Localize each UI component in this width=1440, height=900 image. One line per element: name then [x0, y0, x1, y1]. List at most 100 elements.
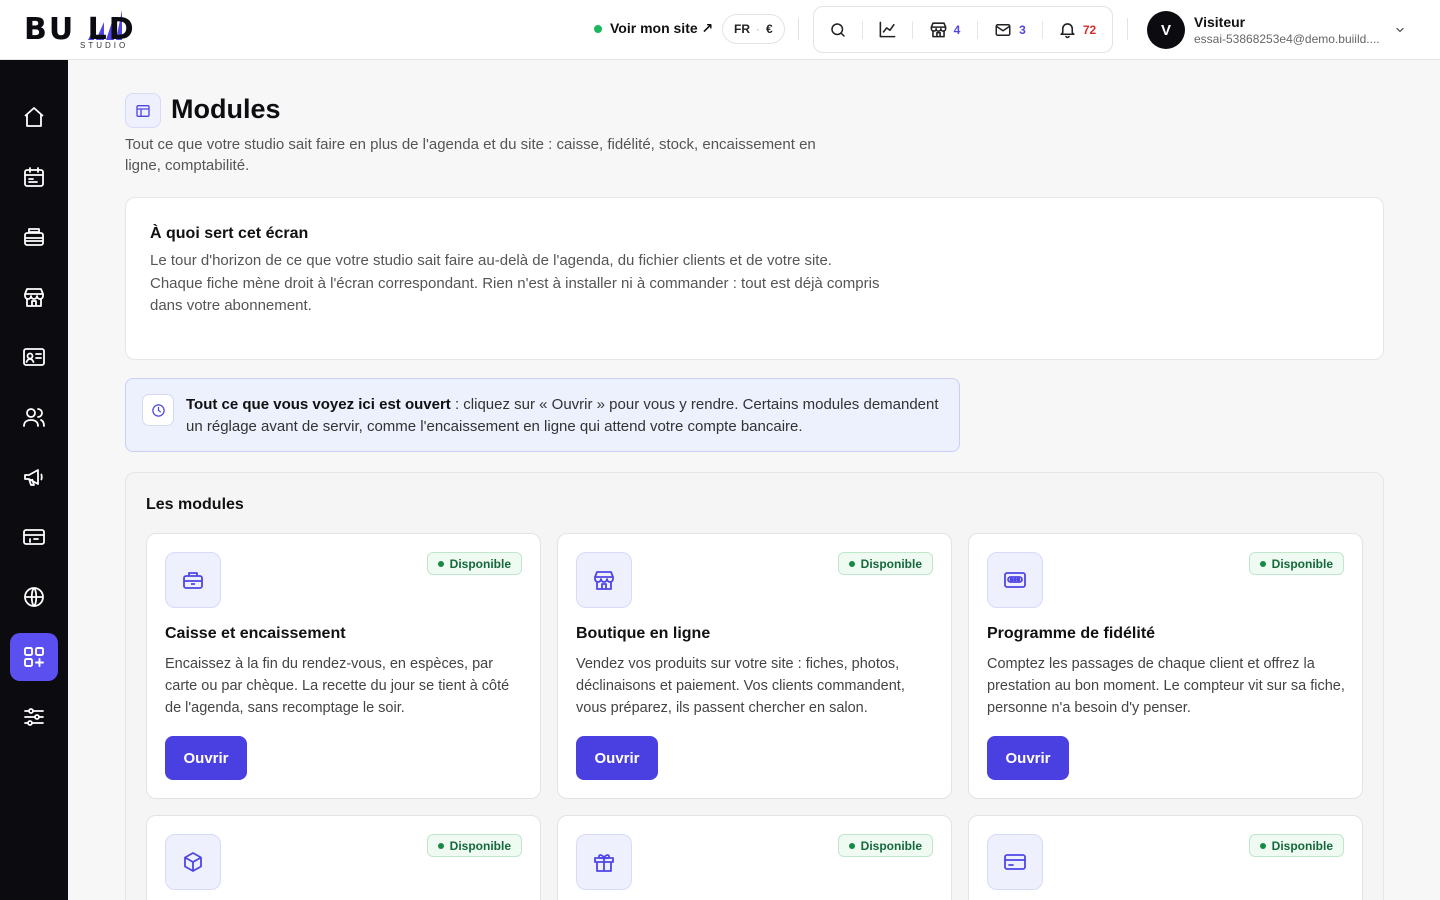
module-icon-box — [987, 552, 1043, 608]
notifications-button[interactable]: 72 — [1042, 7, 1112, 52]
bell-icon — [1060, 23, 1075, 39]
notice-banner: Tout ce que vous voyez ici est ouvert : … — [125, 378, 960, 452]
store-icon — [930, 22, 947, 38]
module-description: Encaissez à la fin du rendez-vous, en es… — [165, 656, 510, 716]
module-title: Programme de fidélité — [987, 625, 1156, 642]
module-title: Caisse et encaissement — [165, 625, 346, 642]
status-label: Disponible — [449, 838, 511, 853]
module-icon-box — [576, 834, 632, 890]
module-icon-box — [576, 552, 632, 608]
status-badge: Disponible — [1248, 552, 1344, 575]
credit-card-icon — [1004, 854, 1026, 870]
status-dot — [437, 842, 444, 849]
language-label: FR — [734, 22, 750, 36]
status-dot — [1259, 842, 1266, 849]
module-description: Vendez vos produits sur votre site : fic… — [576, 656, 905, 716]
language-currency-selector[interactable]: FR · € — [722, 14, 785, 44]
globe-icon — [24, 587, 44, 607]
user-menu[interactable]: V Visiteur essai-53868253e4@demo.buiild.… — [1147, 11, 1389, 49]
status-dot — [848, 842, 855, 849]
users-icon — [23, 408, 45, 427]
chevron-down-icon[interactable] — [1394, 24, 1406, 36]
sidebar-item-marketing[interactable] — [10, 453, 58, 501]
sidebar-item-modules[interactable] — [10, 633, 58, 681]
divider — [1127, 18, 1128, 40]
gift-icon — [594, 854, 614, 872]
store-icon — [594, 571, 614, 590]
status-badge: Disponible — [837, 552, 933, 575]
divider — [798, 18, 799, 40]
clock-icon — [151, 403, 165, 417]
sidebar-item-site[interactable] — [10, 573, 58, 621]
user-email: essai-53868253e4@demo.buiild.... — [1194, 32, 1380, 46]
sidebar-item-fiches[interactable] — [10, 333, 58, 381]
status-badge: Disponible — [426, 552, 522, 575]
open-button[interactable]: Ouvrir — [576, 736, 658, 780]
info-title: À quoi sert cet écran — [150, 225, 309, 242]
separator: · — [756, 22, 760, 36]
layout-icon — [136, 104, 150, 117]
sidebar — [0, 60, 68, 900]
module-icon-box — [165, 552, 221, 608]
view-site-link[interactable]: Voir mon site ↗ — [594, 20, 713, 37]
status-badge: Disponible — [426, 834, 522, 857]
sidebar-item-reglages[interactable] — [10, 693, 58, 741]
notice-bold: Tout ce que vous voyez ici est ouvert — [186, 396, 451, 413]
status-badge: Disponible — [837, 834, 933, 857]
messages-button[interactable]: 3 — [977, 7, 1042, 52]
top-bar: BU LD STUDIO Voir mon site ↗ FR · € 4 3 … — [0, 0, 1440, 60]
card-icon — [23, 529, 45, 545]
mail-icon — [995, 23, 1011, 36]
search-icon — [831, 22, 845, 37]
id-card-icon — [23, 348, 45, 366]
status-label: Disponible — [860, 556, 922, 571]
sidebar-item-agenda[interactable] — [10, 153, 58, 201]
sliders-icon — [24, 708, 44, 726]
page-subtitle: Tout ce que votre studio sait faire en p… — [125, 136, 816, 174]
chart-line-icon — [879, 21, 895, 38]
search-button[interactable] — [814, 7, 862, 52]
info-text: Le tour d'horizon de ce que votre studio… — [150, 252, 880, 314]
register-icon — [24, 228, 44, 246]
notice-text: Tout ce que vous voyez ici est ouvert : … — [186, 394, 946, 438]
module-card: Disponible Programme de fidélité Comptez… — [968, 533, 1363, 799]
status-badge: Disponible — [1248, 834, 1344, 857]
module-card: Disponible — [557, 815, 952, 900]
page-title: Modules — [171, 94, 281, 124]
module-description: Comptez les passages de chaque client et… — [987, 656, 1345, 716]
status-label: Disponible — [449, 556, 511, 571]
modules-title: Les modules — [146, 496, 244, 513]
stores-button[interactable]: 4 — [912, 7, 977, 52]
home-icon — [24, 107, 44, 127]
status-label: Disponible — [1271, 556, 1333, 571]
open-button[interactable]: Ouvrir — [987, 736, 1069, 780]
module-card: Disponible — [968, 815, 1363, 900]
user-name: Visiteur — [1194, 14, 1246, 30]
status-dot — [437, 560, 444, 567]
user-info: Visiteur essai-53868253e4@demo.buiild...… — [1194, 14, 1389, 46]
sidebar-item-paiement[interactable] — [10, 513, 58, 561]
status-dot — [1259, 560, 1266, 567]
calendar-icon — [24, 167, 44, 187]
sidebar-item-clients[interactable] — [10, 393, 58, 441]
stats-button[interactable] — [862, 7, 912, 52]
megaphone-icon — [24, 469, 43, 486]
status-dot — [848, 560, 855, 567]
stores-count: 4 — [953, 22, 961, 37]
module-card: Disponible Caisse et encaissement Encais… — [146, 533, 541, 799]
modules-section: Les modules Disponible Caisse et encaiss… — [125, 472, 1384, 900]
logo-subtitle: STUDIO — [80, 41, 129, 50]
notifications-count: 72 — [1082, 22, 1097, 37]
modules-icon — [24, 647, 44, 667]
box-icon — [184, 852, 202, 872]
view-site-label: Voir mon site ↗ — [610, 20, 714, 36]
module-card: Disponible — [146, 815, 541, 900]
sidebar-item-home[interactable] — [10, 93, 58, 141]
sidebar-item-boutique[interactable] — [10, 273, 58, 321]
open-button[interactable]: Ouvrir — [165, 736, 247, 780]
logo[interactable]: BU LD STUDIO — [24, 8, 184, 52]
store-icon — [24, 288, 44, 307]
module-icon-box — [987, 834, 1043, 890]
status-label: Disponible — [1271, 838, 1333, 853]
sidebar-item-caisse[interactable] — [10, 213, 58, 261]
